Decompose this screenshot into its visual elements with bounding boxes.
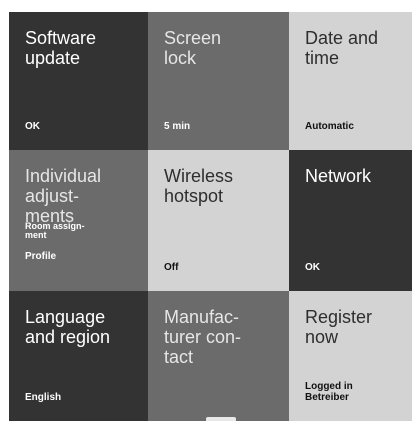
tile-status: Automatic — [305, 121, 354, 132]
tile-status: Off — [164, 262, 179, 273]
tile-title: Language and region — [25, 307, 111, 347]
tile-status: 5 min — [164, 121, 191, 132]
tile-status: English — [25, 392, 62, 403]
settings-tile-grid: Software update OK Screen lock 5 min Dat… — [9, 12, 412, 421]
tile-title: Wireless hotspot — [164, 166, 234, 206]
tile-status-profile: Profile — [25, 251, 57, 262]
tile-title: Date and time — [305, 28, 379, 68]
tile-status: Room assign- ment Profile — [25, 210, 85, 273]
tile-title: Network — [305, 166, 372, 186]
tile-manufacturer-contact[interactable]: Manufac- turer con- tact — [148, 291, 289, 421]
tile-wireless-hotspot[interactable]: Wireless hotspot Off — [148, 150, 289, 291]
tile-individual-adjustments[interactable]: Individual adjust- ments Room assign- me… — [9, 150, 148, 291]
tile-status: Logged in Betreiber — [305, 381, 353, 403]
scroll-indicator[interactable] — [205, 417, 236, 421]
tile-register-now[interactable]: Register now Logged in Betreiber — [289, 291, 412, 421]
tile-status: OK — [25, 121, 40, 132]
tile-date-and-time[interactable]: Date and time Automatic — [289, 12, 412, 150]
tile-substatus: Room assign- ment — [25, 221, 85, 240]
tile-title: Manufac- turer con- tact — [164, 307, 242, 367]
tile-software-update[interactable]: Software update OK — [9, 12, 148, 150]
tile-status: OK — [305, 262, 320, 273]
tile-language-and-region[interactable]: Language and region English — [9, 291, 148, 421]
tile-title: Register now — [305, 307, 373, 347]
tile-network[interactable]: Network OK — [289, 150, 412, 291]
tile-screen-lock[interactable]: Screen lock 5 min — [148, 12, 289, 150]
tile-title: Software update — [25, 28, 97, 68]
tile-title: Screen lock — [164, 28, 222, 68]
